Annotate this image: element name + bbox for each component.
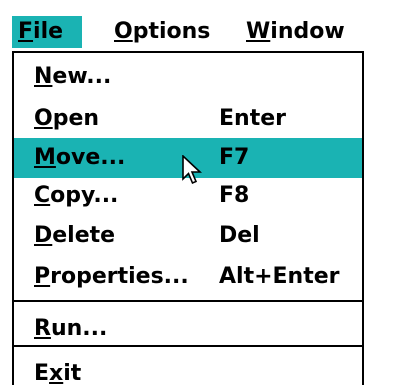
menu-item-exit-accelerator: x (49, 361, 64, 385)
menu-item-open-label: Open (34, 99, 99, 139)
menu-window[interactable]: Window (240, 16, 351, 48)
menu-item-new[interactable]: New... (14, 57, 362, 97)
menu-item-delete[interactable]: Delete Del (14, 216, 362, 256)
menu-item-copy-accelerator: C (34, 183, 51, 208)
menu-item-copy-label: Copy... (34, 176, 118, 216)
menu-item-run-rest: un... (50, 316, 108, 341)
menu-item-run[interactable]: Run... (14, 309, 362, 349)
menu-item-run-accelerator: R (34, 316, 51, 341)
file-menu-dropdown: New... Open Enter Move... F7 Copy... F8 … (12, 51, 364, 385)
menu-file[interactable]: File (12, 16, 82, 48)
menu-item-copy-shortcut: F8 (219, 183, 250, 208)
menu-item-open-shortcut: Enter (219, 106, 286, 131)
menu-options-accelerator: O (114, 19, 133, 44)
menu-divider (14, 345, 362, 347)
menu-item-move-rest: ove... (55, 145, 126, 170)
menu-options[interactable]: Options (108, 16, 216, 48)
menu-options-rest: ptions (132, 19, 211, 44)
menu-item-properties[interactable]: Properties... Alt+Enter (14, 257, 362, 297)
menu-item-open-rest: pen (52, 106, 100, 131)
menu-item-copy-rest: opy... (50, 183, 119, 208)
menu-window-rest: indow (270, 19, 345, 44)
menu-item-properties-shortcut: Alt+Enter (219, 264, 340, 289)
menu-item-exit-label: Exit (34, 354, 81, 385)
menu-item-move-label: Move... (34, 138, 125, 178)
menu-item-new-accelerator: N (34, 64, 53, 89)
menu-file-rest: ile (33, 19, 64, 44)
menu-item-delete-rest: elete (52, 223, 116, 248)
menu-item-properties-accelerator: P (34, 264, 51, 289)
menu-item-run-label: Run... (34, 309, 107, 349)
menu-item-delete-label: Delete (34, 216, 115, 256)
menu-window-accelerator: W (246, 19, 271, 44)
menu-item-delete-accelerator: D (34, 223, 53, 248)
menu-item-properties-label: Properties... (34, 257, 189, 297)
menu-bar: File Options Window (0, 0, 401, 58)
menu-item-new-rest: ew... (52, 64, 112, 89)
menu-item-exit-prefix: E (34, 361, 50, 385)
menu-item-exit[interactable]: Exit (14, 354, 362, 385)
menu-file-accelerator: F (18, 19, 34, 44)
menu-item-new-label: New... (34, 57, 111, 97)
menu-item-properties-rest: roperties... (50, 264, 189, 289)
menu-item-move-shortcut: F7 (219, 145, 250, 170)
menu-item-delete-shortcut: Del (219, 223, 260, 248)
menu-item-open[interactable]: Open Enter (14, 99, 362, 139)
mouse-pointer-icon (182, 155, 203, 185)
menu-item-move-accelerator: M (34, 145, 56, 170)
menu-divider (14, 300, 362, 302)
menu-item-open-accelerator: O (34, 106, 53, 131)
menu-item-exit-rest: it (63, 361, 82, 385)
